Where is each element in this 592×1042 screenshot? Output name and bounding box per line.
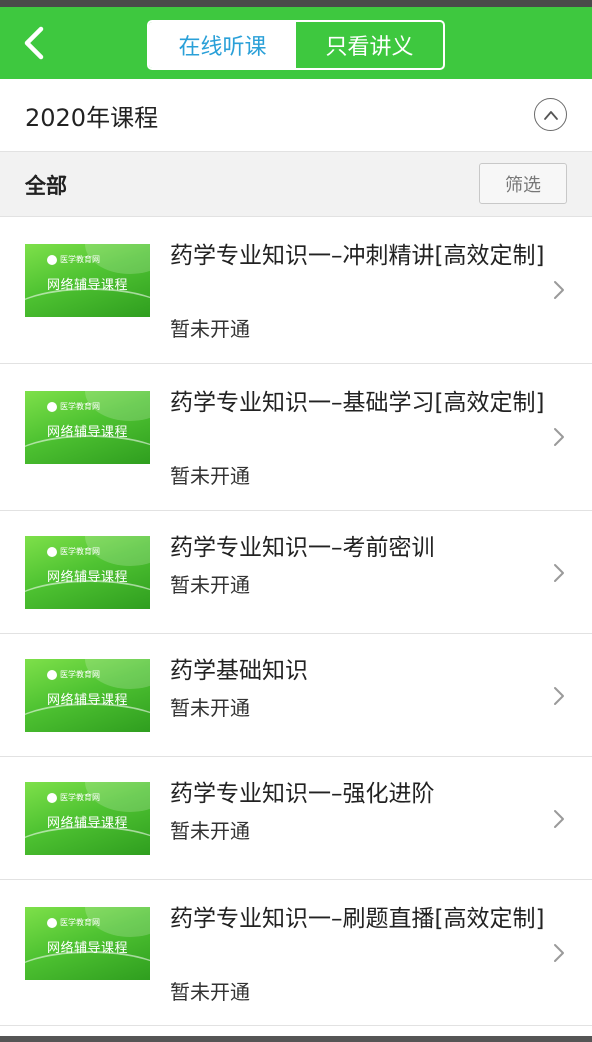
collapse-button[interactable] <box>534 98 567 131</box>
logo-icon <box>47 254 57 265</box>
course-status: 暂未开通 <box>170 819 250 843</box>
course-title: 药学专业知识一–基础学习[高效定制] <box>170 390 545 416</box>
course-status: 暂未开通 <box>170 464 250 488</box>
course-list: 医学教育网 网络辅导课程 药学专业知识一–冲刺精讲[高效定制] 暂未开通 医学教… <box>0 217 592 1026</box>
filter-button[interactable]: 筛选 <box>479 163 567 204</box>
filter-all-label: 全部 <box>25 174 67 198</box>
logo-icon <box>47 401 57 412</box>
chevron-right-icon <box>550 684 568 708</box>
chevron-right-icon <box>550 561 568 585</box>
course-thumbnail: 医学教育网 网络辅导课程 <box>25 536 150 609</box>
chevron-right-icon <box>550 425 568 449</box>
filter-bar: 全部 筛选 <box>0 152 592 217</box>
course-item[interactable]: 医学教育网 网络辅导课程 药学专业知识一–冲刺精讲[高效定制] 暂未开通 <box>0 217 592 364</box>
course-title: 药学专业知识一–冲刺精讲[高效定制] <box>170 243 545 269</box>
course-item[interactable]: 医学教育网 网络辅导课程 药学基础知识 暂未开通 <box>0 634 592 757</box>
year-section-header[interactable]: 2020年课程 <box>0 79 592 152</box>
course-item[interactable]: 医学教育网 网络辅导课程 药学专业知识一–强化进阶 暂未开通 <box>0 757 592 880</box>
course-status: 暂未开通 <box>170 573 250 597</box>
course-thumbnail: 医学教育网 网络辅导课程 <box>25 907 150 980</box>
course-status: 暂未开通 <box>170 696 250 720</box>
course-item[interactable]: 医学教育网 网络辅导课程 药学专业知识一–考前密训 暂未开通 <box>0 511 592 634</box>
course-status: 暂未开通 <box>170 980 250 1004</box>
back-button[interactable] <box>14 23 54 63</box>
course-thumbnail: 医学教育网 网络辅导课程 <box>25 659 150 732</box>
course-title: 药学专业知识一–考前密训 <box>170 535 435 561</box>
logo-icon <box>47 792 57 803</box>
course-item[interactable]: 医学教育网 网络辅导课程 药学专业知识一–刷题直播[高效定制] 暂未开通 <box>0 880 592 1026</box>
status-bar-strip <box>0 0 592 7</box>
course-title: 药学专业知识一–刷题直播[高效定制] <box>170 906 545 932</box>
bottom-strip <box>0 1036 592 1042</box>
chevron-up-icon <box>543 110 558 120</box>
logo-icon <box>47 546 57 557</box>
course-status: 暂未开通 <box>170 317 250 341</box>
logo-icon <box>47 669 57 680</box>
chevron-right-icon <box>550 278 568 302</box>
tab-online-lectures[interactable]: 在线听课 <box>149 22 296 68</box>
course-thumbnail: 医学教育网 网络辅导课程 <box>25 782 150 855</box>
chevron-left-icon <box>24 26 44 60</box>
logo-icon <box>47 917 57 928</box>
section-title: 2020年课程 <box>25 104 159 132</box>
course-title: 药学专业知识一–强化进阶 <box>170 781 435 807</box>
course-thumbnail: 医学教育网 网络辅导课程 <box>25 391 150 464</box>
tab-handouts-only[interactable]: 只看讲义 <box>296 22 443 68</box>
course-thumbnail: 医学教育网 网络辅导课程 <box>25 244 150 317</box>
chevron-right-icon <box>550 807 568 831</box>
top-nav-bar: 在线听课 只看讲义 <box>0 7 592 79</box>
course-title: 药学基础知识 <box>170 658 308 684</box>
course-item[interactable]: 医学教育网 网络辅导课程 药学专业知识一–基础学习[高效定制] 暂未开通 <box>0 364 592 511</box>
chevron-right-icon <box>550 941 568 965</box>
view-mode-toggle: 在线听课 只看讲义 <box>147 20 445 70</box>
